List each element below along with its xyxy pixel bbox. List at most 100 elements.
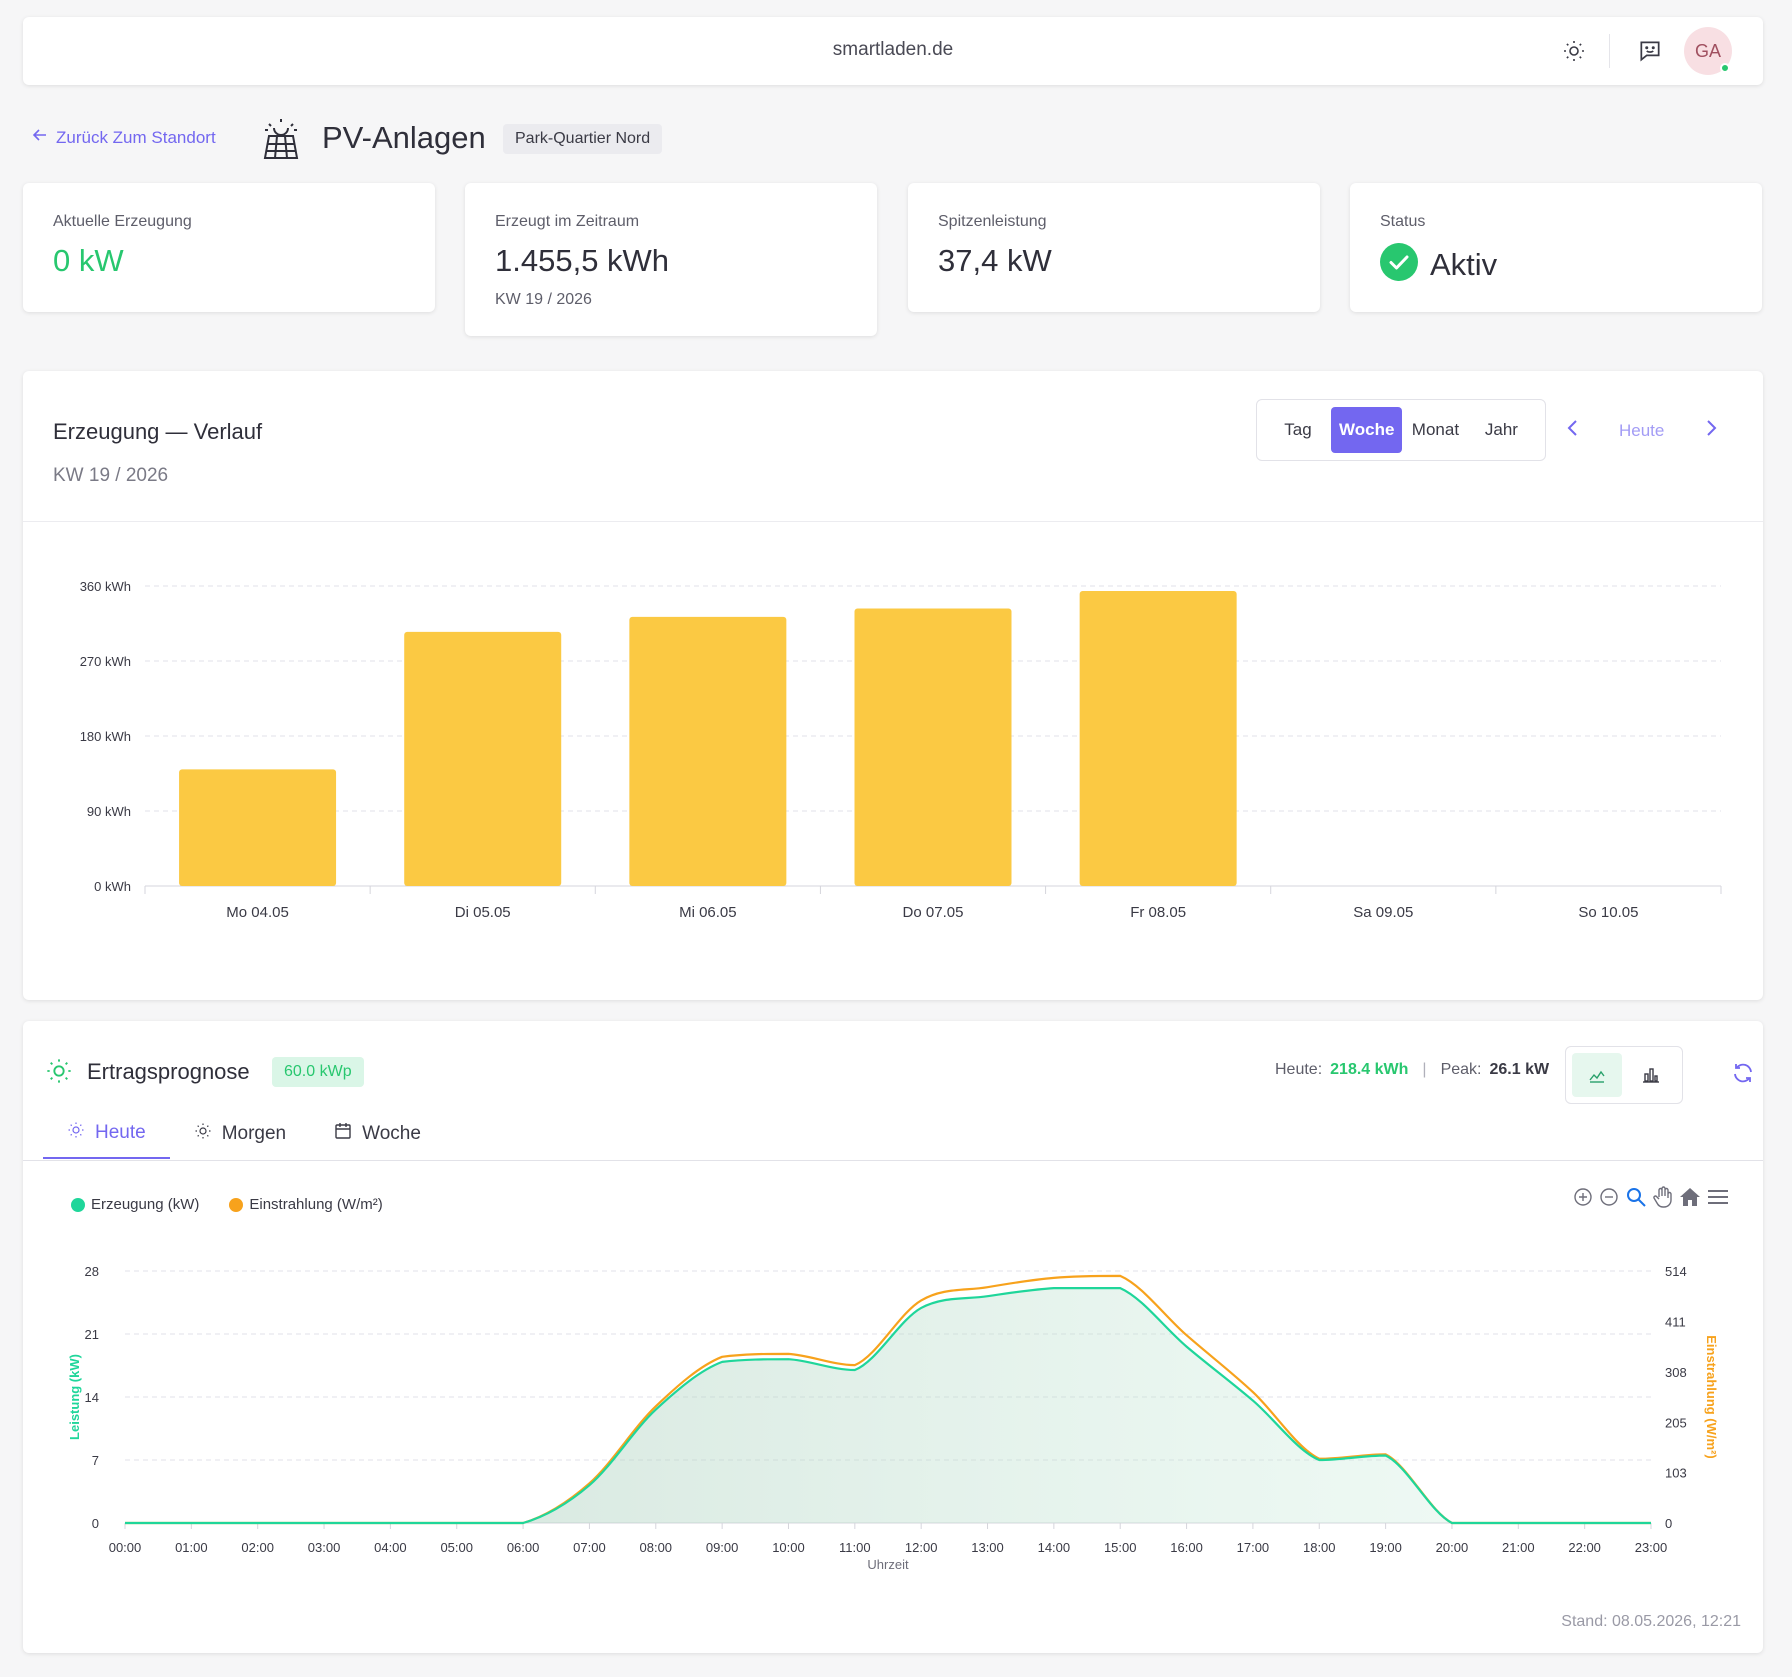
forecast-area-chart: 0 7 14 21 28 0 103 205 308 411 514 00:00 01:00 02:00 0… <box>67 1264 1719 1572</box>
bar-di-05-05 <box>404 631 562 886</box>
kpi-value: 0 kW <box>53 243 124 278</box>
kpi-period-generation: Erzeugt im Zeitraum 1.455,5 kWh KW 19 / … <box>465 183 877 336</box>
stats-separator: | <box>1422 1061 1427 1078</box>
x-tick-label: Mo 04.05 <box>226 904 289 921</box>
x-tick-label: 06:00 <box>507 1540 540 1555</box>
x-tick-label: Di 05.05 <box>455 904 511 921</box>
chevron-left-icon[interactable] <box>1566 417 1580 445</box>
range-selector: Tag Woche Monat Jahr <box>1256 399 1546 461</box>
avatar-initials: GA <box>1694 40 1721 61</box>
bar-mi-06-05 <box>629 616 787 886</box>
kpi-label: Erzeugt im Zeitraum <box>495 213 640 230</box>
y-tick-label: 0 <box>92 1516 99 1531</box>
generation-area <box>125 1288 1651 1523</box>
kpi-current-generation: Aktuelle Erzeugung 0 kW <box>23 183 435 312</box>
range-month-button[interactable]: Monat <box>1402 407 1468 453</box>
legend-label: Erzeugung (kW) <box>91 1196 200 1213</box>
area-chart-icon[interactable] <box>1572 1053 1622 1097</box>
generation-history-card: Erzeugung — Verlauf KW 19 / 2026 Tag Woc… <box>23 371 1763 1000</box>
check-circle-icon <box>1380 243 1418 286</box>
y-tick-label: 7 <box>92 1453 99 1468</box>
selection-zoom-icon[interactable] <box>1625 1186 1647 1213</box>
x-tick-label: 00:00 <box>109 1540 142 1555</box>
x-tick-label: 19:00 <box>1369 1540 1402 1555</box>
today-label: Heute: <box>1275 1061 1323 1078</box>
y2-axis-title: Einstrahlung (W/m²) <box>1704 1335 1719 1459</box>
range-year-button[interactable]: Jahr <box>1468 407 1534 453</box>
x-tick-label: 08:00 <box>640 1540 673 1555</box>
legend-item-irradiance[interactable]: Einstrahlung (W/m²) <box>229 1196 383 1213</box>
x-tick-label: So 10.05 <box>1578 904 1638 921</box>
x-tick-label: 20:00 <box>1436 1540 1469 1555</box>
pan-hand-icon[interactable] <box>1653 1186 1673 1213</box>
x-tick-label: Sa 09.05 <box>1353 904 1413 921</box>
refresh-icon[interactable] <box>1731 1061 1755 1090</box>
x-tick-label: 23:00 <box>1635 1540 1668 1555</box>
range-day-button[interactable]: Tag <box>1265 407 1331 453</box>
tabs-divider <box>23 1160 1763 1161</box>
x-tick-label: 12:00 <box>905 1540 938 1555</box>
x-tick-label: 21:00 <box>1502 1540 1535 1555</box>
x-tick-label: Fr 08.05 <box>1130 904 1186 921</box>
y-tick-label: 90 kWh <box>87 804 131 819</box>
today-button[interactable]: Heute <box>1619 421 1664 441</box>
capacity-badge: 60.0 kWp <box>272 1057 364 1087</box>
tab-label: Heute <box>95 1122 146 1143</box>
tab-label: Morgen <box>221 1123 287 1144</box>
peak-value: 26.1 kW <box>1489 1061 1550 1078</box>
reset-home-icon[interactable] <box>1679 1187 1701 1212</box>
tab-today[interactable]: Heute <box>43 1109 170 1159</box>
history-subtitle: KW 19 / 2026 <box>53 465 169 486</box>
menu-icon[interactable] <box>1707 1188 1729 1211</box>
forecast-stats: Heute: 218.4 kWh | Peak: 26.1 kW <box>1275 1061 1549 1079</box>
legend-label: Einstrahlung (W/m²) <box>249 1196 383 1213</box>
x-axis-title: Uhrzeit <box>867 1557 909 1572</box>
y2-tick-label: 205 <box>1665 1415 1687 1430</box>
bar-do-07-05 <box>854 608 1012 886</box>
x-tick-label: 18:00 <box>1303 1540 1336 1555</box>
kpi-peak-power: Spitzenleistung 37,4 kW <box>908 183 1320 312</box>
chart-legend: Erzeugung (kW) Einstrahlung (W/m²) <box>71 1196 383 1213</box>
today-value: 218.4 kWh <box>1330 1061 1409 1078</box>
forecast-title: Ertragsprognose <box>87 1059 250 1084</box>
x-tick-label: 03:00 <box>308 1540 341 1555</box>
y-tick-label: 360 kWh <box>80 579 131 594</box>
avatar[interactable]: GA <box>1684 27 1732 75</box>
page-title: PV-Anlagen <box>322 120 486 155</box>
chevron-right-icon[interactable] <box>1704 417 1718 445</box>
y-tick-label: 180 kWh <box>80 729 131 744</box>
kpi-label: Status <box>1380 213 1426 230</box>
kpi-period-sub: KW 19 / 2026 <box>495 291 592 308</box>
x-tick-label: 05:00 <box>440 1540 473 1555</box>
location-badge: Park-Quartier Nord <box>503 124 663 154</box>
x-tick-label: Do 07.05 <box>903 904 964 921</box>
zoom-out-icon[interactable] <box>1599 1187 1619 1212</box>
x-tick-label: 01:00 <box>175 1540 208 1555</box>
range-week-button[interactable]: Woche <box>1331 407 1403 453</box>
tab-tomorrow[interactable]: Morgen <box>170 1109 310 1159</box>
yield-forecast-card: Ertragsprognose 60.0 kWp Heute: 218.4 kW… <box>23 1021 1763 1653</box>
top-bar: smartladen.de GA <box>23 17 1763 85</box>
y2-tick-label: 0 <box>1665 1516 1672 1531</box>
x-tick-label: 15:00 <box>1104 1540 1137 1555</box>
zoom-in-icon[interactable] <box>1573 1187 1593 1212</box>
theme-toggle-icon[interactable] <box>1560 37 1588 65</box>
sun-icon <box>194 1122 212 1146</box>
legend-dot <box>71 1197 85 1212</box>
card-divider <box>23 521 1763 522</box>
peak-label: Peak: <box>1440 1061 1482 1078</box>
y-tick-label: 270 kWh <box>80 654 131 669</box>
topbar-divider <box>1609 34 1610 68</box>
feedback-icon[interactable] <box>1636 37 1664 65</box>
forecast-sun-icon <box>45 1057 73 1090</box>
calendar-icon <box>334 1122 352 1146</box>
weekly-bar-chart: 0 kWh 90 kWh 180 kWh 270 kWh 360 kWh Mo 04.05… <box>80 579 1722 921</box>
bar-chart-icon[interactable] <box>1626 1053 1676 1097</box>
forecast-tabs: Heute Morgen Woche <box>43 1109 445 1159</box>
legend-item-generation[interactable]: Erzeugung (kW) <box>71 1196 199 1213</box>
arrow-left-icon <box>32 127 48 148</box>
site-title: smartladen.de <box>832 39 954 60</box>
back-to-location-link[interactable]: Zurück Zum Standort <box>32 127 216 148</box>
tab-week[interactable]: Woche <box>310 1109 445 1159</box>
y-tick-label: 0 kWh <box>94 879 131 894</box>
